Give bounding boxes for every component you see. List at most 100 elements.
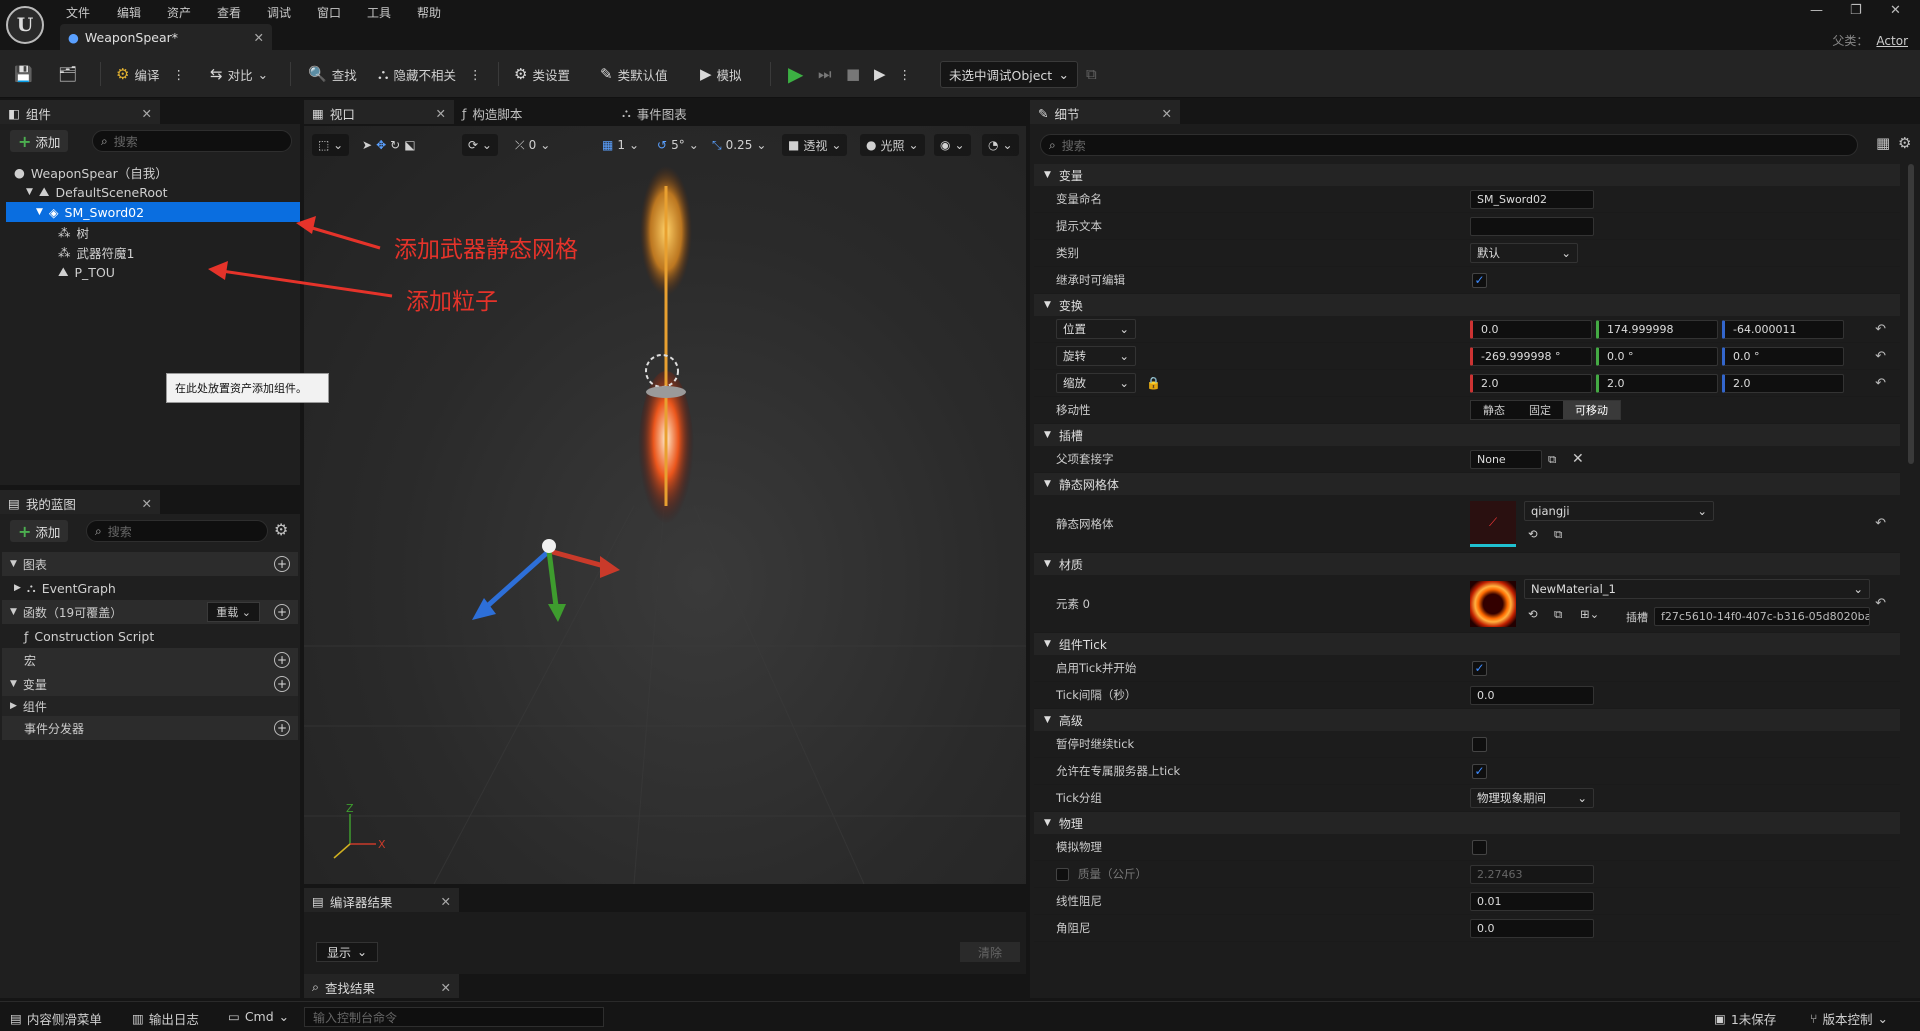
location-x[interactable]: 0.0 (1470, 319, 1592, 339)
tab-details[interactable]: ✎ 细节 ✕ (1030, 100, 1180, 124)
tab-viewport[interactable]: ▦ 视口 ✕ (304, 100, 454, 124)
section-sockets[interactable]: ▼ 插槽 (1034, 424, 1900, 446)
restore-icon[interactable]: ❐ (1850, 3, 1862, 18)
browse-icon[interactable]: ⧉ (1554, 607, 1562, 622)
mesh-thumbnail[interactable]: ⟋ (1470, 501, 1516, 547)
rotation-y[interactable]: 0.0 ° (1596, 346, 1718, 366)
table-view-icon[interactable]: ▦ (1876, 134, 1890, 152)
tree-item[interactable]: ▼ ⛰ DefaultSceneRoot (6, 182, 300, 202)
content-drawer-button[interactable]: ▤ 内容侧滑菜单 (10, 1009, 102, 1028)
override-dropdown[interactable]: 重载 ⌄ (207, 602, 260, 622)
browse-icon[interactable]: ⧉ (1554, 527, 1562, 542)
section-graphs[interactable]: ▼ 图表 + (2, 552, 298, 576)
rotation-x[interactable]: -269.999998 ° (1470, 346, 1592, 366)
tick-dedicated-checkbox[interactable]: ✓ (1472, 763, 1487, 779)
tooltip-input[interactable] (1470, 216, 1594, 236)
save-icon[interactable]: 💾 (14, 61, 33, 87)
tab-event-graph[interactable]: ⛬ 事件图表 (614, 100, 774, 124)
material-dropdown[interactable]: NewMaterial_1 ⌄ (1524, 579, 1870, 599)
select-mode-button[interactable]: ⬚ ⌄ (312, 134, 350, 156)
show-dropdown[interactable]: 显示 ⌄ (316, 942, 379, 962)
section-components[interactable]: ▶ 组件 (2, 696, 298, 716)
angle-snap[interactable]: ↺ 5° ⌄ (651, 134, 705, 156)
add-graph-icon[interactable]: + (274, 556, 290, 572)
document-tab[interactable]: ● WeaponSpear* ✕ (60, 24, 272, 50)
compile-button[interactable]: ⚙ 编译 ⋮ (116, 61, 185, 87)
close-icon[interactable]: ✕ (427, 980, 451, 995)
scale-icon[interactable]: ⬕ (404, 138, 415, 152)
unreal-logo-icon[interactable]: U (6, 6, 44, 44)
rotation-snap[interactable]: ⤫ 0 ⌄ (509, 134, 556, 156)
close-window-icon[interactable]: ✕ (1890, 3, 1901, 18)
tab-construction-script[interactable]: ƒ 构造脚本 (454, 100, 614, 124)
tree-item[interactable]: ⁂ 武器符魔1 (6, 242, 300, 262)
close-icon[interactable]: ✕ (254, 30, 264, 45)
add-macro-icon[interactable]: + (274, 652, 290, 668)
menu-file[interactable]: 文件 (66, 4, 90, 21)
minimize-icon[interactable]: — (1810, 3, 1823, 18)
clear-button[interactable]: 清除 (960, 942, 1020, 962)
component-search-input[interactable]: ⌕ 搜索 (92, 130, 292, 152)
section-materials[interactable]: ▼ 材质 (1034, 553, 1900, 575)
step-icon[interactable]: ⏭ (818, 61, 832, 87)
highlight-icon[interactable]: ⊞⌄ (1580, 607, 1599, 621)
tab-find-results[interactable]: ⌕ 查找结果 ✕ (304, 974, 459, 998)
gear-icon[interactable]: ⚙ (274, 520, 288, 539)
add-component-button[interactable]: + 添加 (10, 130, 69, 152)
location-dropdown[interactable]: 位置 ⌄ (1056, 319, 1136, 339)
tab-my-blueprint[interactable]: ▤ 我的蓝图 ✕ (0, 490, 160, 514)
linear-damping-input[interactable]: 0.01 (1470, 891, 1594, 911)
tree-item[interactable]: ▼ ◈ SM_Sword02 (6, 202, 300, 222)
clear-icon[interactable]: ✕ (1572, 451, 1584, 467)
rotation-dropdown[interactable]: 旋转 ⌄ (1056, 346, 1136, 366)
section-static-mesh[interactable]: ▼ 静态网格体 (1034, 473, 1900, 495)
lit-button[interactable]: ● 光照 ⌄ (860, 134, 925, 156)
location-y[interactable]: 174.999998 (1596, 319, 1718, 339)
class-settings-button[interactable]: ⚙ 类设置 (514, 61, 570, 87)
menu-tools[interactable]: 工具 (367, 4, 391, 21)
menu-edit[interactable]: 编辑 (117, 4, 141, 21)
add-function-icon[interactable]: + (274, 604, 290, 620)
lock-icon[interactable]: 🔒 (1146, 376, 1161, 390)
section-advanced[interactable]: ▼ 高级 (1034, 709, 1900, 731)
menu-window[interactable]: 窗口 (317, 4, 341, 21)
close-icon[interactable]: ✕ (128, 496, 152, 511)
transform-gizmo[interactable] (472, 539, 620, 622)
source-control-button[interactable]: ⑂ 版本控制 ⌄ (1810, 1009, 1888, 1028)
reset-icon[interactable]: ↶ (1875, 322, 1886, 337)
scale-z[interactable]: 2.0 (1722, 373, 1844, 393)
unsaved-button[interactable]: ▣ 1未保存 (1714, 1009, 1776, 1028)
reset-icon[interactable]: ↶ (1875, 596, 1886, 611)
cmd-dropdown[interactable]: ▭ Cmd ⌄ (228, 1009, 289, 1024)
location-z[interactable]: -64.000011 (1722, 319, 1844, 339)
tick-group-dropdown[interactable]: 物理现象期间 ⌄ (1470, 788, 1594, 808)
material-thumbnail[interactable] (1470, 581, 1516, 627)
menu-help[interactable]: 帮助 (417, 4, 441, 21)
section-variables[interactable]: ▼ 变量 + (2, 672, 298, 696)
details-scrollbar[interactable] (1908, 164, 1914, 464)
close-icon[interactable]: ✕ (1148, 106, 1172, 121)
mass-override-checkbox[interactable] (1056, 867, 1069, 881)
reset-icon[interactable]: ↶ (1875, 376, 1886, 391)
debug-browse-icon[interactable]: ⧉ (1086, 61, 1097, 87)
event-graph-item[interactable]: ▶ ⛬ EventGraph (2, 576, 298, 600)
browse-icon[interactable]: ⧉ (1548, 452, 1556, 467)
tree-item[interactable]: ⛰ P_TOU (6, 262, 300, 282)
section-transform[interactable]: ▼ 变换 (1034, 294, 1900, 316)
category-dropdown[interactable]: 默认 ⌄ (1470, 243, 1578, 263)
scale-x[interactable]: 2.0 (1470, 373, 1592, 393)
close-icon[interactable]: ✕ (422, 106, 446, 121)
var-name-input[interactable]: SM_Sword02 (1470, 189, 1594, 209)
scale-dropdown[interactable]: 缩放 ⌄ (1056, 373, 1136, 393)
close-icon[interactable]: ✕ (427, 894, 451, 909)
add-variable-icon[interactable]: + (274, 676, 290, 692)
close-icon[interactable]: ✕ (128, 106, 152, 121)
eject-icon[interactable]: ▶ ⋮ (874, 61, 911, 87)
debug-object-select[interactable]: 未选中调试Object ⌄ (940, 61, 1078, 88)
construction-script-item[interactable]: ƒ Construction Script (2, 624, 298, 648)
menu-asset[interactable]: 资产 (167, 4, 191, 21)
hide-unrelated-button[interactable]: ⛬ 隐藏不相关 ⋮ (378, 61, 482, 87)
scale-snap[interactable]: ⤡ 0.25 ⌄ (706, 134, 772, 156)
angular-damping-input[interactable]: 0.0 (1470, 918, 1594, 938)
blueprint-search-input[interactable]: ⌕ 搜索 (86, 520, 268, 542)
